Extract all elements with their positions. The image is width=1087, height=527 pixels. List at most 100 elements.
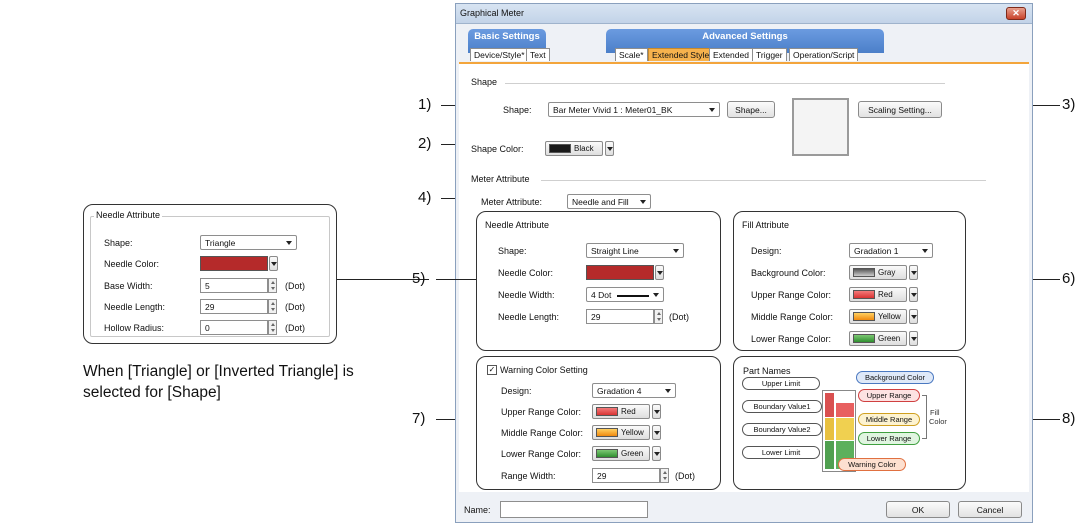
meter-attribute-dropdown[interactable]: Needle and Fill <box>567 194 651 209</box>
needle-attribute-box: Needle Attribute Shape: Straight Line Ne… <box>476 211 721 351</box>
needle-length-unit: (Dot) <box>669 312 689 322</box>
left-hollow-radius-label: Hollow Radius: <box>104 323 165 333</box>
fill-upper-arrow[interactable] <box>909 287 918 302</box>
part-background-color: Background Color <box>856 371 934 384</box>
shape-section-title: Shape <box>471 77 498 87</box>
part-names-title: Part Names <box>743 366 791 376</box>
left-base-width-input[interactable]: 5 <box>200 278 268 293</box>
fill-middle-label: Middle Range Color: <box>751 312 834 322</box>
tab-extended[interactable]: Extended <box>709 48 753 61</box>
tab-device-style[interactable]: Device/Style* <box>470 48 529 61</box>
close-icon[interactable]: ✕ <box>1006 7 1026 20</box>
callout-4: 4) <box>418 189 432 206</box>
fill-background-label: Background Color: <box>751 268 826 278</box>
range-width-unit: (Dot) <box>675 471 695 481</box>
needle-width-line-icon <box>616 294 649 297</box>
warning-color-checkbox[interactable]: ✓ <box>487 365 497 375</box>
left-caption-line2: selected for [Shape] <box>83 384 221 401</box>
window-title: Graphical Meter <box>460 8 525 18</box>
needle-color-arrow[interactable] <box>655 265 664 280</box>
part-lower-range: Lower Range <box>858 432 920 445</box>
warning-middle-value: Yellow <box>621 428 644 437</box>
left-hollow-radius-spin[interactable] <box>268 320 277 335</box>
part-lower-limit: Lower Limit <box>742 446 820 459</box>
callout-3: 3) <box>1062 96 1076 113</box>
tab-trigger[interactable]: Trigger <box>752 48 787 61</box>
left-needle-color-arrow[interactable] <box>269 256 278 271</box>
meter-attribute-label: Meter Attribute: <box>481 197 543 207</box>
tab-scale[interactable]: Scale* <box>615 48 648 61</box>
needle-length-spin[interactable] <box>654 309 663 324</box>
shape-color-value: Black <box>574 144 594 153</box>
fill-middle-button[interactable]: Yellow <box>849 309 907 324</box>
cancel-button[interactable]: Cancel <box>958 501 1022 518</box>
left-shape-dropdown[interactable]: Triangle <box>200 235 297 250</box>
shape-button[interactable]: Shape... <box>727 101 775 118</box>
callout-7: 7) <box>412 410 426 427</box>
warning-design-dropdown[interactable]: Gradation 4 <box>592 383 676 398</box>
fill-background-swatch <box>853 268 875 277</box>
part-boundary-value1: Boundary Value1 <box>742 400 822 413</box>
fill-lower-button[interactable]: Green <box>849 331 907 346</box>
warning-lower-button[interactable]: Green <box>592 446 650 461</box>
diagram-middle-fill <box>836 418 854 440</box>
ok-button[interactable]: OK <box>886 501 950 518</box>
name-input[interactable] <box>500 501 648 518</box>
diagram-lower-band <box>825 441 834 469</box>
fill-middle-arrow[interactable] <box>909 309 918 324</box>
left-hollow-radius-input[interactable]: 0 <box>200 320 268 335</box>
fill-design-dropdown[interactable]: Gradation 1 <box>849 243 933 258</box>
shape-color-label: Shape Color: <box>471 144 524 154</box>
fill-background-arrow[interactable] <box>909 265 918 280</box>
scaling-setting-button[interactable]: Scaling Setting... <box>858 101 942 118</box>
left-base-width-label: Base Width: <box>104 281 153 291</box>
needle-shape-dropdown[interactable]: Straight Line <box>586 243 684 258</box>
left-base-width-unit: (Dot) <box>285 281 305 291</box>
warning-lower-arrow[interactable] <box>652 446 661 461</box>
range-width-spin[interactable] <box>660 468 669 483</box>
warning-upper-arrow[interactable] <box>652 404 661 419</box>
meter-section-title: Meter Attribute <box>471 174 530 184</box>
name-label: Name: <box>464 505 491 515</box>
warning-middle-swatch <box>596 428 618 437</box>
fill-lower-label: Lower Range Color: <box>751 334 832 344</box>
left-needle-length-label: Needle Length: <box>104 302 166 312</box>
left-caption-line1: When [Triangle] or [Inverted Triangle] i… <box>83 363 354 380</box>
needle-color-swatch[interactable] <box>586 265 654 280</box>
fill-lower-value: Green <box>878 334 901 343</box>
needle-length-input[interactable]: 29 <box>586 309 654 324</box>
meter-section-rule <box>541 180 986 181</box>
warning-middle-arrow[interactable] <box>652 425 661 440</box>
left-base-width-spin[interactable] <box>268 278 277 293</box>
callout-6: 6) <box>1062 270 1076 287</box>
shape-label: Shape: <box>503 105 532 115</box>
tab-text[interactable]: Text <box>526 48 550 61</box>
diagram-upper-band <box>825 393 834 417</box>
warning-upper-button[interactable]: Red <box>592 404 650 419</box>
warning-middle-label: Middle Range Color: <box>501 428 584 438</box>
left-needle-length-spin[interactable] <box>268 299 277 314</box>
fill-upper-value: Red <box>878 290 893 299</box>
part-names-box: Part Names Upper Limit Boundary Value1 B… <box>733 356 966 490</box>
callout-5: 5) <box>412 270 426 287</box>
shape-color-button[interactable]: Black <box>545 141 603 156</box>
fill-lower-arrow[interactable] <box>909 331 918 346</box>
left-needle-title: Needle Attribute <box>94 210 163 220</box>
part-upper-range: Upper Range <box>858 389 920 402</box>
fill-upper-button[interactable]: Red <box>849 287 907 302</box>
left-needle-length-input[interactable]: 29 <box>200 299 268 314</box>
part-boundary-value2: Boundary Value2 <box>742 423 822 436</box>
tab-extended-style[interactable]: Extended Style* <box>648 48 717 61</box>
warning-middle-button[interactable]: Yellow <box>592 425 650 440</box>
needle-length-label: Needle Length: <box>498 312 560 322</box>
shape-color-arrow[interactable] <box>605 141 614 156</box>
range-width-input[interactable]: 29 <box>592 468 660 483</box>
tab-content: Shape Shape: Bar Meter Vivid 1 : Meter01… <box>459 62 1029 492</box>
tab-operation-script[interactable]: Operation/Script <box>789 48 859 61</box>
needle-width-dropdown[interactable]: 4 Dot <box>586 287 664 302</box>
left-needle-panel: Needle Attribute Shape: Triangle Needle … <box>83 204 337 344</box>
fill-background-button[interactable]: Gray <box>849 265 907 280</box>
left-hollow-radius-unit: (Dot) <box>285 323 305 333</box>
shape-dropdown[interactable]: Bar Meter Vivid 1 : Meter01_BK <box>548 102 720 117</box>
left-needle-color-swatch[interactable] <box>200 256 268 271</box>
